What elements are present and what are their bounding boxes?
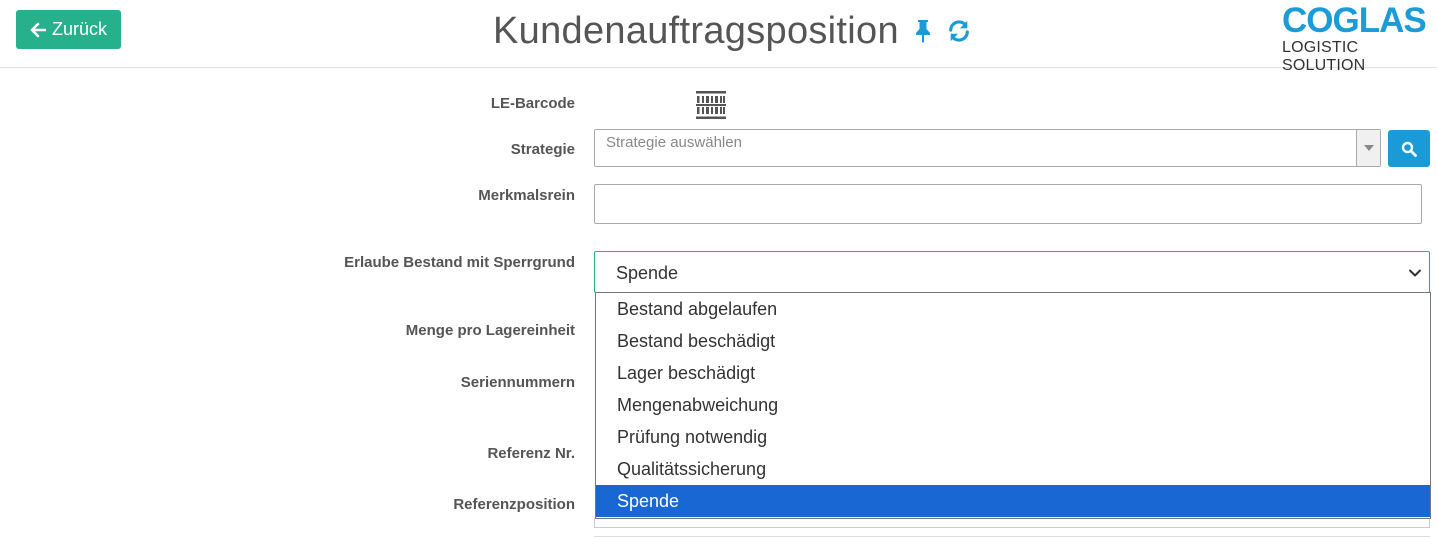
seriennummern-label: Seriennummern (460, 374, 575, 391)
strategie-label: Strategie (510, 141, 575, 158)
dropdown-option[interactable]: Bestand abgelaufen (596, 293, 1430, 325)
refresh-button[interactable] (947, 17, 971, 45)
strategie-select-arrow[interactable] (1356, 130, 1380, 166)
header: Zurück Kundenauftragsposition COGLAS LOG… (0, 0, 1437, 75)
le-barcode-label: LE-Barcode (490, 95, 575, 112)
back-button[interactable]: Zurück (16, 10, 121, 49)
strategie-search-button[interactable] (1388, 130, 1430, 167)
dropdown-option[interactable]: Lager beschädigt (596, 357, 1430, 389)
menge-label: Menge pro Lagereinheit (405, 322, 575, 339)
sperrgrund-label: Erlaube Bestand mit Sperrgrund (344, 254, 575, 271)
pin-button[interactable] (911, 17, 935, 45)
referenzposition-field[interactable] (594, 518, 1430, 528)
referenzposition-label: Referenzposition (453, 496, 575, 513)
logo-main-text: COGLAS (1282, 1, 1427, 40)
page-title: Kundenauftragsposition (493, 9, 899, 52)
title-group: Kundenauftragsposition (493, 8, 971, 54)
back-button-label: Zurück (51, 19, 107, 39)
strategie-placeholder: Strategie auswählen (606, 134, 742, 151)
barcode-button[interactable] (696, 91, 726, 119)
refresh-icon (949, 20, 969, 42)
logo-sub-text: LOGISTIC SOLUTION (1282, 39, 1366, 74)
referenz-label: Referenz Nr. (487, 445, 575, 462)
sperrgrund-selected-value: Spende (616, 263, 679, 283)
dropdown-option[interactable]: Prüfung notwendig (596, 421, 1430, 453)
dropdown-option[interactable]: Mengenabweichung (596, 389, 1430, 421)
caret-down-icon (1363, 145, 1374, 151)
merkmalsrein-input[interactable] (594, 184, 1422, 224)
arrow-left-icon (30, 22, 46, 37)
dropdown-option-selected[interactable]: Spende (596, 485, 1430, 517)
sperrgrund-select[interactable]: Spende (594, 251, 1430, 293)
strategie-select[interactable]: Strategie auswählen (594, 129, 1381, 167)
dropdown-option[interactable]: Qualitätssicherung (596, 453, 1430, 485)
pin-icon (915, 20, 930, 43)
dropdown-option[interactable]: Bestand beschädigt (596, 325, 1430, 357)
company-logo: COGLAS LOGISTIC SOLUTION (1282, 1, 1432, 75)
barcode-icon (696, 91, 726, 119)
sperrgrund-dropdown-list: Bestand abgelaufen Bestand beschädigt La… (595, 292, 1431, 519)
search-icon (1401, 141, 1417, 157)
chevron-down-icon (1409, 269, 1421, 277)
merkmalsrein-label: Merkmalsrein (478, 187, 575, 204)
